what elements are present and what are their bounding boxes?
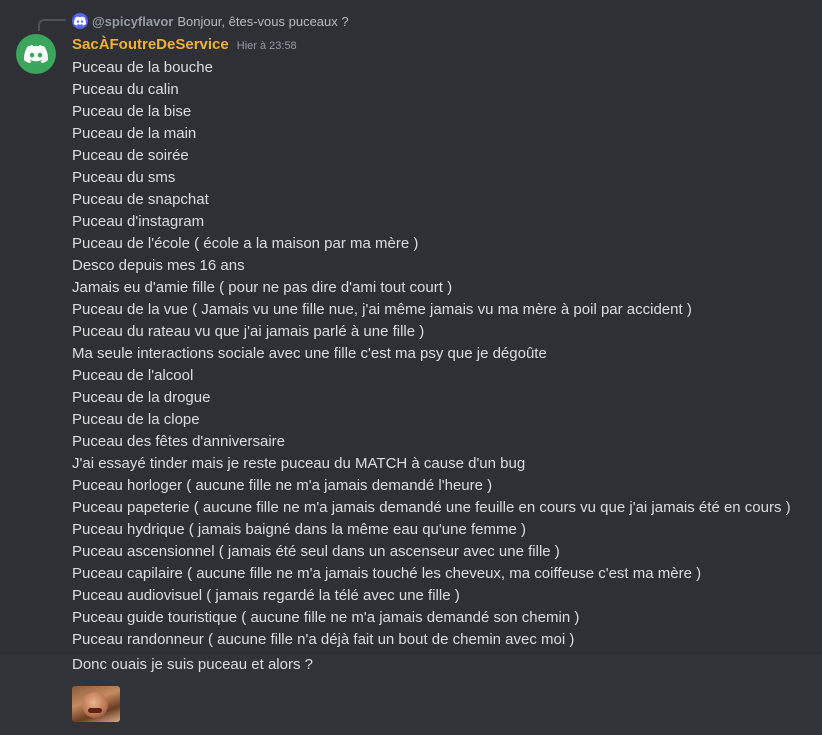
message-line: Puceau randonneur ( aucune fille n'a déj… [72,631,575,648]
reply-connector [38,19,66,31]
message-line: Puceau capilaire ( aucune fille ne m'a j… [72,565,702,582]
message-line: Puceau du rateau vu que j'ai jamais parl… [72,323,425,340]
emoji-mouth-shape [88,708,102,713]
username[interactable]: SacÀFoutreDeService [72,36,229,53]
message-line: Puceau horloger ( aucune fille ne m'a ja… [72,477,493,494]
message-line: Puceau du calin [72,81,179,98]
message-line: Puceau ascensionnel ( jamais été seul da… [72,543,560,560]
message-line: Puceau audiovisuel ( jamais regardé la t… [72,587,460,604]
message-line: Puceau de la bouche [72,59,213,76]
message-header: SacÀFoutreDeService Hier à 23:58 [72,36,297,56]
reply-preview[interactable]: @spicyflavor Bonjour, êtes-vous puceaux … [72,12,349,30]
user-avatar[interactable] [16,34,56,74]
followup-message: Donc ouais je suis puceau et alors ? [72,656,313,673]
message-line: Puceau de la bise [72,103,192,120]
emoji-face-shape [82,692,108,718]
reply-author[interactable]: @spicyflavor [92,14,173,29]
message-line: Puceau guide touristique ( aucune fille … [72,609,580,626]
custom-emoji-face[interactable] [72,686,120,722]
timestamp[interactable]: Hier à 23:58 [237,40,297,52]
message-line: Jamais eu d'amie fille ( pour ne pas dir… [72,279,453,296]
reply-text[interactable]: Bonjour, êtes-vous puceaux ? [177,14,348,29]
chat-message-area: @spicyflavor Bonjour, êtes-vous puceaux … [0,0,822,735]
message-group-highlighted[interactable]: @spicyflavor Bonjour, êtes-vous puceaux … [0,0,822,655]
message-line: J'ai essayé tinder mais je reste puceau … [72,455,526,472]
message-line: Puceau de la clope [72,411,200,428]
message-line: Puceau de la drogue [72,389,211,406]
message-line: Puceau de la main [72,125,197,142]
message-line: Puceau de l'école ( école a la maison pa… [72,235,419,252]
message-line: Desco depuis mes 16 ans [72,257,245,274]
message-line: Puceau de la vue ( Jamais vu une fille n… [72,301,692,318]
discord-logo-icon [24,45,48,63]
message-line: Puceau de l'alcool [72,367,194,384]
message-line: Puceau papeterie ( aucune fille ne m'a j… [72,499,791,516]
message-line: Puceau de snapchat [72,191,209,208]
message-line: Puceau du sms [72,169,176,186]
message-line: Puceau de soirée [72,147,189,164]
message-body: Puceau de la bouche Puceau du calin Puceau… [72,57,812,651]
message-line: Puceau des fêtes d'anniversaire [72,433,285,450]
discord-blue-avatar-icon [72,13,88,29]
message-line: Puceau d'instagram [72,213,205,230]
message-line: Ma seule interactions sociale avec une f… [72,345,547,362]
message-line: Puceau hydrique ( jamais baigné dans la … [72,521,526,538]
